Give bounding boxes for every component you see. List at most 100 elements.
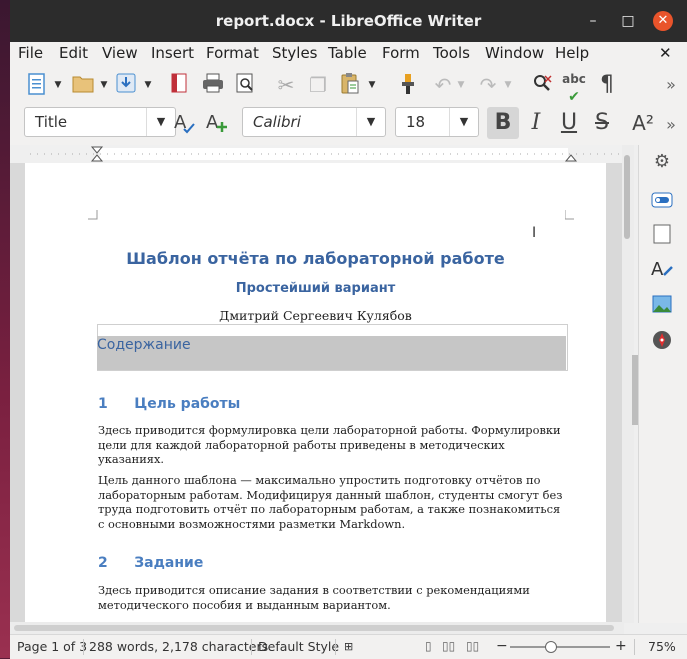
- overflow-icon[interactable]: »: [658, 72, 684, 98]
- undo-icon[interactable]: ↶: [430, 72, 456, 98]
- paste-dropdown-icon[interactable]: ▼: [367, 72, 377, 98]
- text-cursor-icon: I: [532, 225, 537, 241]
- chevron-down-icon[interactable]: ▼: [356, 108, 385, 136]
- title-bar[interactable]: report.docx - LibreOffice Writer – □ ✕: [10, 0, 687, 42]
- section-number: 1: [98, 396, 108, 412]
- zoom-level[interactable]: 75%: [648, 635, 676, 658]
- close-window-button[interactable]: ✕: [653, 11, 673, 31]
- page-icon[interactable]: [649, 223, 675, 249]
- undo-dropdown-icon[interactable]: ▼: [456, 72, 466, 98]
- paragraph: Цель данного шаблона — максимально упрос…: [98, 473, 563, 531]
- multi-page-view-icon[interactable]: ▯▯: [442, 635, 455, 658]
- formatting-toolbar: Title ▼ A A Calibri ▼ 18 ▼ B I U S A² »: [10, 104, 687, 145]
- font-name-combo[interactable]: Calibri ▼: [242, 107, 386, 137]
- zoom-slider-track[interactable]: [510, 646, 610, 648]
- underline-button[interactable]: U: [553, 107, 585, 139]
- print-preview-icon[interactable]: [232, 72, 258, 98]
- save-dropdown-icon[interactable]: ▼: [143, 72, 153, 98]
- menu-bar: File Edit View Insert Format Styles Tabl…: [10, 42, 687, 66]
- document-modified-icon[interactable]: ⊞: [344, 635, 353, 658]
- svg-text:A: A: [651, 259, 664, 280]
- page-count[interactable]: Page 1 of 3: [17, 635, 87, 658]
- new-style-icon[interactable]: A: [204, 110, 230, 136]
- zoom-slider-thumb[interactable]: [545, 641, 557, 653]
- horizontal-scrollbar[interactable]: [10, 622, 624, 634]
- menu-form[interactable]: Form: [378, 42, 424, 64]
- scrollbar-thumb[interactable]: [624, 155, 630, 239]
- section-title: Цель работы: [134, 396, 241, 412]
- minimize-button[interactable]: –: [583, 11, 603, 31]
- redo-dropdown-icon[interactable]: ▼: [503, 72, 513, 98]
- paragraph: Здесь приводится описание задания в соот…: [98, 583, 530, 612]
- save-icon[interactable]: [113, 72, 139, 98]
- scrollbar-thumb[interactable]: [14, 625, 614, 631]
- menu-insert[interactable]: Insert: [147, 42, 198, 64]
- superscript-button[interactable]: A²: [627, 107, 659, 139]
- menu-styles[interactable]: Styles: [268, 42, 322, 64]
- document-subtitle: Простейший вариант: [235, 281, 396, 296]
- clone-formatting-icon[interactable]: [395, 72, 421, 98]
- menu-view[interactable]: View: [98, 42, 142, 64]
- writer-window: report.docx - LibreOffice Writer – □ ✕ F…: [10, 0, 687, 659]
- font-size-value: 18: [406, 113, 426, 131]
- font-size-combo[interactable]: 18 ▼: [395, 107, 479, 137]
- divider: [83, 639, 84, 655]
- single-page-view-icon[interactable]: ▯: [425, 635, 432, 658]
- open-dropdown-icon[interactable]: ▼: [99, 72, 109, 98]
- page-style[interactable]: Default Style: [258, 635, 339, 658]
- open-folder-icon[interactable]: [70, 72, 96, 98]
- menu-format[interactable]: Format: [202, 42, 263, 64]
- close-document-button[interactable]: ✕: [655, 42, 676, 64]
- svg-text:A: A: [206, 112, 219, 133]
- find-replace-icon[interactable]: [530, 72, 556, 98]
- document-title: Шаблон отчёта по лабораторной работе: [126, 249, 505, 268]
- horizontal-ruler[interactable]: [30, 145, 626, 163]
- toc-heading: Содержание: [97, 337, 191, 353]
- menu-tools[interactable]: Tools: [429, 42, 474, 64]
- export-pdf-icon[interactable]: [166, 72, 192, 98]
- chevron-down-icon[interactable]: ▼: [146, 108, 175, 136]
- formatting-marks-icon[interactable]: ¶: [594, 72, 620, 98]
- italic-button[interactable]: I: [520, 107, 552, 139]
- cut-icon[interactable]: ✂: [273, 72, 299, 98]
- properties-icon[interactable]: [649, 189, 675, 215]
- zoom-out-icon[interactable]: −: [496, 635, 508, 658]
- book-view-icon[interactable]: ▯▯: [466, 635, 479, 658]
- styles-icon[interactable]: A: [649, 257, 675, 283]
- paste-icon[interactable]: [337, 72, 363, 98]
- document-author: Дмитрий Сергеевич Кулябов: [219, 308, 412, 323]
- spellcheck-icon[interactable]: abc ✔: [561, 70, 587, 105]
- paragraph-style-value: Title: [35, 113, 68, 131]
- redo-icon[interactable]: ↷: [475, 72, 501, 98]
- divider: [335, 639, 336, 655]
- strikethrough-button[interactable]: S: [586, 107, 618, 139]
- menu-file[interactable]: File: [14, 42, 47, 64]
- divider: [251, 639, 252, 655]
- menu-edit[interactable]: Edit: [55, 42, 92, 64]
- document-page[interactable]: Шаблон отчёта по лабораторной работе Про…: [25, 163, 606, 623]
- section-number: 2: [98, 555, 108, 571]
- print-icon[interactable]: [200, 72, 226, 98]
- menu-table[interactable]: Table: [324, 42, 371, 64]
- menu-window[interactable]: Window: [481, 42, 548, 64]
- paragraph-style-combo[interactable]: Title ▼: [24, 107, 176, 137]
- copy-icon[interactable]: ❐: [305, 72, 331, 98]
- new-document-icon[interactable]: [24, 72, 50, 98]
- gallery-icon[interactable]: [649, 293, 675, 319]
- new-dropdown-icon[interactable]: ▼: [53, 72, 63, 98]
- gear-icon[interactable]: ⚙: [649, 149, 675, 175]
- overflow-icon[interactable]: »: [658, 112, 684, 138]
- sidebar: ⚙ A: [638, 145, 687, 623]
- status-bar: Page 1 of 3 288 words, 2,178 characters …: [10, 634, 687, 659]
- bold-button[interactable]: B: [487, 107, 519, 139]
- paragraph: Здесь приводится формулировка цели лабор…: [98, 423, 561, 466]
- menu-help[interactable]: Help: [551, 42, 593, 64]
- zoom-in-icon[interactable]: +: [615, 635, 627, 658]
- document-area[interactable]: Шаблон отчёта по лабораторной работе Про…: [10, 163, 624, 623]
- chevron-down-icon[interactable]: ▼: [449, 108, 478, 136]
- update-style-icon[interactable]: A: [172, 110, 198, 136]
- navigator-icon[interactable]: [649, 329, 675, 355]
- maximize-button[interactable]: □: [618, 11, 638, 31]
- section-heading: 1 Цель работы: [98, 396, 240, 412]
- word-count[interactable]: 288 words, 2,178 characters: [89, 635, 268, 658]
